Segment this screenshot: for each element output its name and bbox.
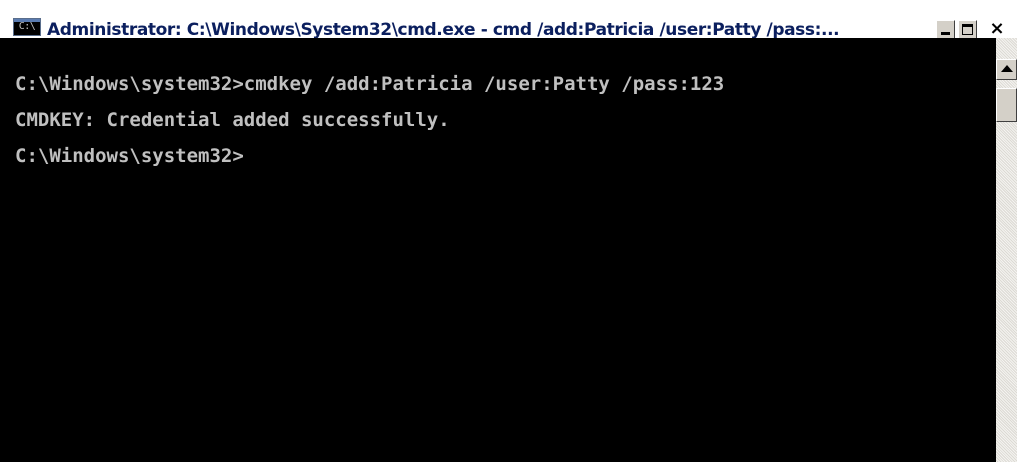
maximize-icon — [962, 24, 973, 35]
arrow-up-icon — [1001, 65, 1013, 72]
minimize-button[interactable] — [936, 20, 955, 39]
console-output[interactable]: C:\Windows\system32>cmdkey /add:Patricia… — [0, 38, 996, 462]
vertical-scrollbar[interactable] — [996, 38, 1017, 462]
close-button[interactable]: × — [982, 20, 1012, 39]
scroll-thumb[interactable] — [996, 88, 1017, 122]
console-line-result: CMDKEY: Credential added successfully. — [15, 109, 450, 131]
cmd-window: C:\ Administrator: C:\Windows\System32\c… — [0, 0, 1017, 462]
console-line-command: C:\Windows\system32>cmdkey /add:Patricia… — [15, 73, 725, 95]
title-bar[interactable]: C:\ Administrator: C:\Windows\System32\c… — [0, 0, 1017, 40]
console-line-prompt: C:\Windows\system32> — [15, 145, 244, 167]
cmd-console-icon[interactable]: C:\ — [13, 18, 41, 36]
close-icon: × — [989, 18, 1005, 39]
maximize-button[interactable] — [958, 20, 977, 39]
minimize-icon — [941, 32, 950, 35]
scroll-up-button[interactable] — [996, 59, 1017, 80]
